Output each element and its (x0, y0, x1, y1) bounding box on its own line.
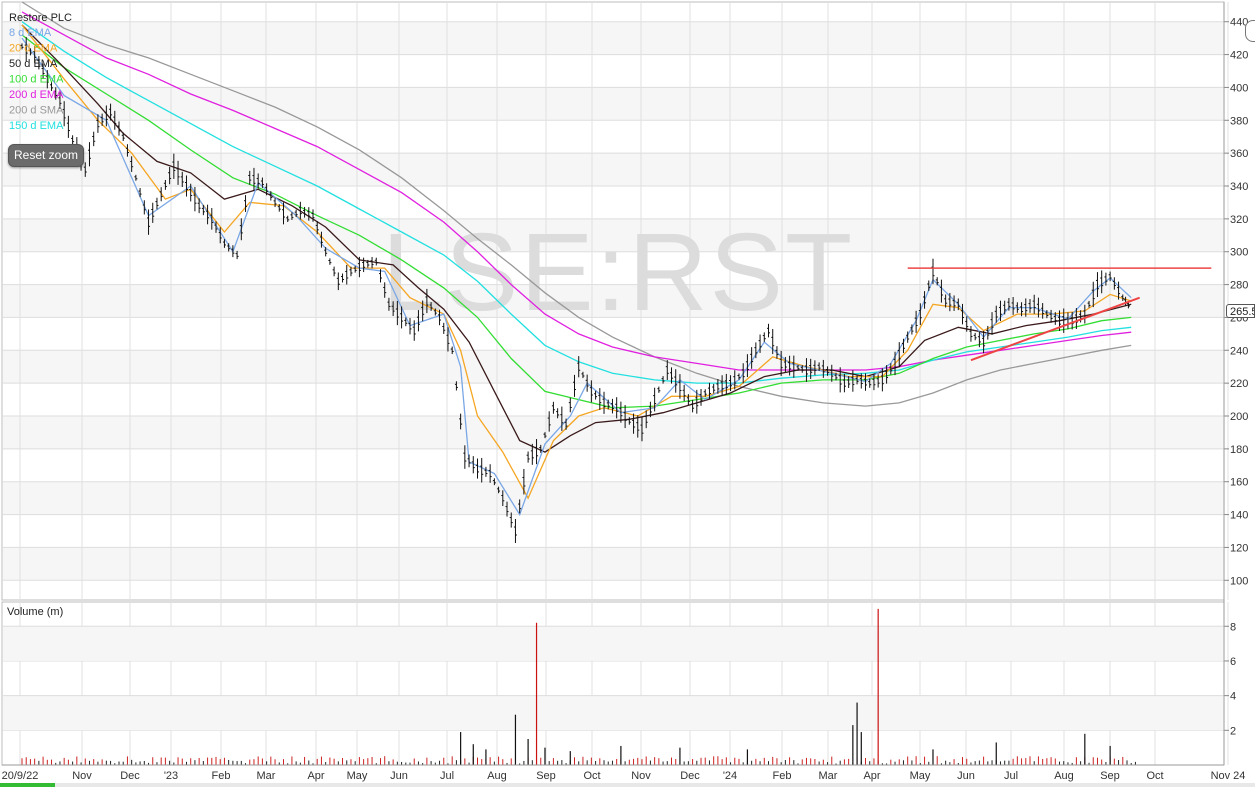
chart-title: Restore PLC (9, 12, 72, 24)
grid-band (3, 481, 1223, 515)
volume-band (3, 695, 1223, 731)
x-tick-label: May (347, 770, 368, 782)
x-tick-label: Mar (257, 770, 276, 782)
navigator-handle (0, 783, 55, 787)
y-tick-label: 380 (1230, 115, 1248, 127)
volume-y-tick-label: 6 (1230, 656, 1236, 668)
x-tick-label: Sep (536, 770, 556, 782)
volume-panel-title: Volume (m) (7, 606, 63, 618)
x-tick-label: Mar (819, 770, 838, 782)
y-tick-label: 340 (1230, 181, 1248, 193)
x-tick-label: Nov 24 (1211, 770, 1246, 782)
x-tick-label: Jul (1004, 770, 1018, 782)
legend-item: 8 d EMA (9, 27, 52, 39)
y-tick-label: 200 (1230, 411, 1248, 423)
x-tick-label: Aug (1054, 770, 1074, 782)
x-tick-label: Oct (583, 770, 600, 782)
legend-item: 50 d EMA (9, 58, 58, 70)
legend-item: 20 d EMA (9, 43, 58, 55)
x-tick-label: Apr (863, 770, 880, 782)
y-tick-label: 120 (1230, 542, 1248, 554)
x-tick-label: '23 (164, 770, 178, 782)
x-tick-label: Dec (120, 770, 140, 782)
grid-band (3, 21, 1223, 55)
legend: 8 d EMA 20 d EMA 50 d EMA 100 d EMA 200 d EM… (9, 27, 64, 132)
y-tick-label: 240 (1230, 345, 1248, 357)
x-tick-label: Dec (680, 770, 700, 782)
y-tick-label: 400 (1230, 82, 1248, 94)
y-tick-label: 180 (1230, 444, 1248, 456)
volume-band (3, 626, 1223, 661)
y-tick-label: 280 (1230, 280, 1248, 292)
y-tick-label: 160 (1230, 477, 1248, 489)
y-tick-label: 300 (1230, 247, 1248, 259)
grid-band (3, 547, 1223, 581)
x-tick-label: May (910, 770, 931, 782)
x-tick-label: Jul (440, 770, 454, 782)
y-tick-label: 320 (1230, 214, 1248, 226)
navigator-strip (0, 783, 1255, 787)
y-tick-label: 140 (1230, 510, 1248, 522)
x-tick-label: Oct (1146, 770, 1163, 782)
expand-panel-handle[interactable] (1245, 20, 1255, 42)
x-tick-label: Aug (487, 770, 507, 782)
reset-zoom-button[interactable]: Reset zoom (8, 144, 84, 167)
y-tick-label: 100 (1230, 575, 1248, 587)
x-tick-label: Feb (773, 770, 792, 782)
legend-item: 150 d EMA (9, 120, 64, 132)
legend-item: 100 d EMA (9, 74, 64, 86)
x-tick-label: Feb (212, 770, 231, 782)
x-tick-label: Nov (72, 770, 92, 782)
stock-chart[interactable]: LSE:RST 10012014016018020022024026028030… (0, 0, 1255, 787)
x-tick-label: Sep (1100, 770, 1120, 782)
y-tick-label: 220 (1230, 378, 1248, 390)
volume-y-tick-label: 2 (1230, 725, 1236, 737)
x-tick-label: Nov (631, 770, 651, 782)
last-price-badge: 265.5 (1226, 304, 1255, 318)
volume-y-tick-label: 8 (1230, 621, 1236, 633)
x-tick-label: Apr (307, 770, 324, 782)
legend-item: 200 d EMA (9, 89, 64, 101)
grid (1, 1, 1229, 766)
volume-y-tick-label: 4 (1230, 691, 1236, 703)
y-tick-label: 420 (1230, 50, 1248, 62)
legend-item: 200 d SMA (9, 105, 64, 117)
grid-band (3, 350, 1223, 384)
x-tick-label: Jun (957, 770, 975, 782)
x-tick-label: 20/9/22 (2, 770, 39, 782)
x-tick-label: Jun (390, 770, 408, 782)
y-tick-label: 360 (1230, 148, 1248, 160)
x-tick-label: '24 (723, 770, 737, 782)
